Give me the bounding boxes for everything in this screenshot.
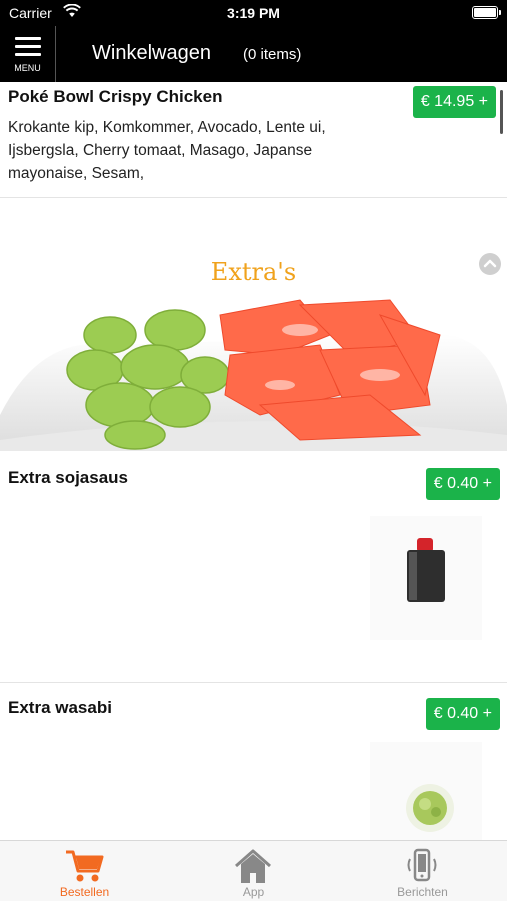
product-description: Krokante kip, Komkommer, Avocado, Lente … bbox=[8, 119, 326, 182]
product-extra-wasabi[interactable]: Extra wasabi € 0.40 + bbox=[0, 682, 507, 840]
status-bar: Carrier 3:19 PM bbox=[0, 0, 507, 26]
wasabi-image bbox=[370, 742, 482, 840]
product-name: Extra sojasaus bbox=[8, 468, 129, 487]
product-name: Extra wasabi bbox=[8, 698, 112, 717]
add-poke-bowl-price-button[interactable]: € 14.95 + bbox=[412, 86, 496, 118]
tab-bar: Bestellen App Berichten bbox=[0, 840, 507, 901]
collapse-section-button[interactable] bbox=[479, 253, 501, 275]
home-icon bbox=[235, 849, 271, 883]
header-bar: MENU Winkelwagen (0 items) bbox=[0, 26, 507, 82]
cart-icon bbox=[66, 850, 104, 882]
soy-sauce-image bbox=[370, 516, 482, 640]
tab-label: Berichten bbox=[397, 885, 448, 899]
page-title: Winkelwagen bbox=[92, 42, 211, 64]
tab-app[interactable]: App bbox=[169, 841, 338, 901]
tab-label: Bestellen bbox=[59, 885, 110, 899]
tab-label: App bbox=[242, 885, 265, 899]
scroll-indicator[interactable] bbox=[500, 90, 503, 134]
section-title-extras: Extra's bbox=[210, 258, 297, 286]
hamburger-icon bbox=[15, 37, 41, 57]
cart-item-count: (0 items) bbox=[243, 46, 302, 63]
product-list[interactable]: Poké Bowl Crispy Chicken € 14.95 + Kroka… bbox=[0, 82, 507, 840]
chevron-up-icon bbox=[483, 259, 497, 268]
product-extra-sojasaus[interactable]: Extra sojasaus € 0.40 + bbox=[0, 452, 507, 683]
clock: 3:19 PM bbox=[227, 5, 280, 21]
product-name: Poké Bowl Crispy Chicken bbox=[8, 87, 223, 106]
phone-notification-icon bbox=[407, 848, 437, 882]
extras-banner-image bbox=[0, 299, 507, 451]
tab-bestellen[interactable]: Bestellen bbox=[0, 841, 169, 901]
add-extra-sojasaus-price-button[interactable]: € 0.40 + bbox=[425, 468, 500, 500]
tab-berichten[interactable]: Berichten bbox=[338, 841, 507, 901]
battery-icon bbox=[472, 6, 501, 19]
add-extra-wasabi-price-button[interactable]: € 0.40 + bbox=[425, 698, 500, 730]
menu-button[interactable]: MENU bbox=[0, 26, 56, 82]
product-poke-bowl-crispy-chicken[interactable]: Poké Bowl Crispy Chicken € 14.95 + Kroka… bbox=[0, 82, 507, 198]
menu-label: MENU bbox=[14, 63, 41, 73]
